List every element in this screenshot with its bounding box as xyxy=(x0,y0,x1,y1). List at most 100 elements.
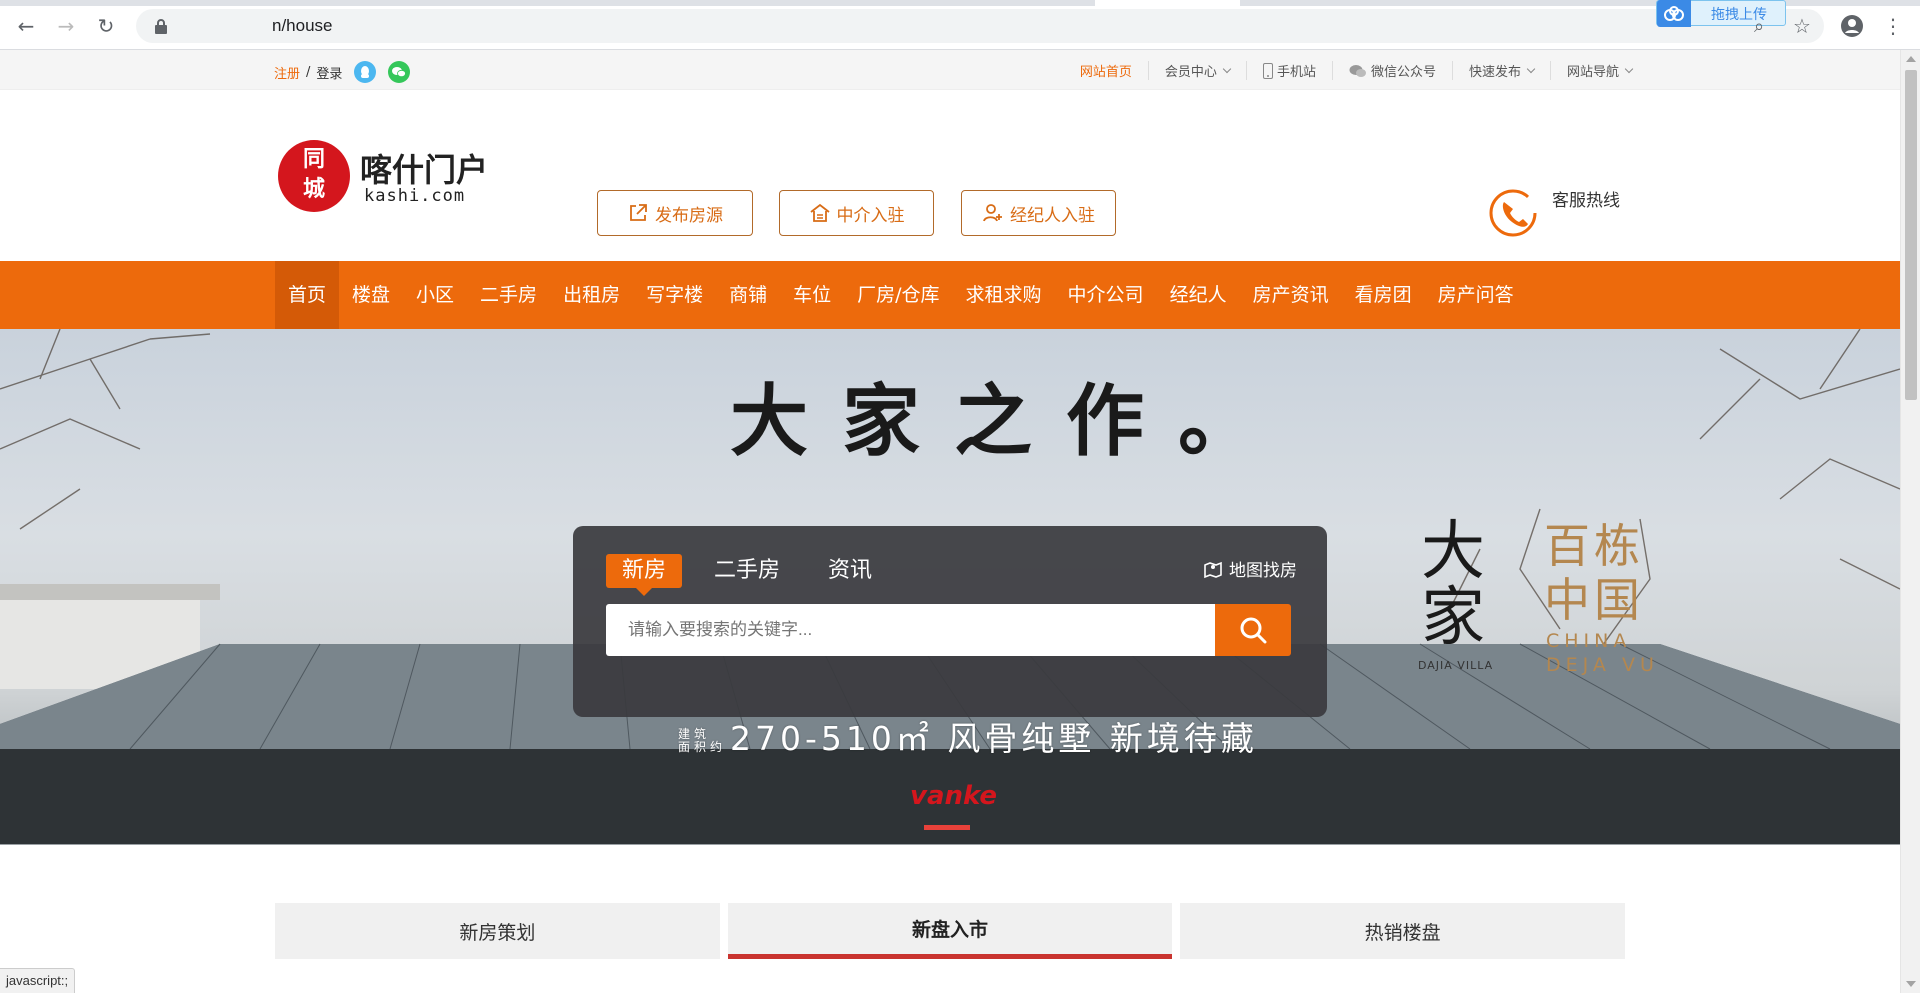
nav-item[interactable]: 房产资讯 xyxy=(1240,261,1342,329)
chevron-down-icon xyxy=(1624,64,1634,73)
page-scrollbar[interactable] xyxy=(1900,50,1920,993)
brand-baidong-sub-1: CHINA xyxy=(1546,630,1632,652)
register-link[interactable]: 注册 xyxy=(274,63,300,82)
mobile-site-label: 手机站 xyxy=(1276,65,1316,80)
banner-tagline: 建筑 面积约 270-510㎡ 风骨纯墅 新境待藏 xyxy=(678,712,1258,760)
star-icon[interactable]: ☆ xyxy=(1789,13,1815,39)
tab-hot-listings[interactable]: 热销楼盘 xyxy=(1180,903,1626,959)
wechat-account-label: 微信公众号 xyxy=(1370,65,1436,80)
agency-join-label: 中介入驻 xyxy=(836,205,905,226)
site-nav-link[interactable]: 网站导航 xyxy=(1549,61,1634,80)
wechat-login-icon[interactable] xyxy=(388,61,411,83)
profile-icon[interactable] xyxy=(1839,13,1865,39)
scroll-up-icon[interactable] xyxy=(1906,56,1916,62)
top-links: 网站首页 会员中心 手机站 微信公众号 快速发布 网站导航 xyxy=(1064,61,1634,80)
mobile-icon xyxy=(1262,62,1273,79)
nav-item[interactable]: 看房团 xyxy=(1342,261,1425,329)
publish-listing-label: 发布房源 xyxy=(655,205,723,226)
main-nav-items: 首页 楼盘 小区 二手房 出租房 写字楼 商铺 车位 厂房/仓库 求租求购 中介公司 经纪人 房产资讯看… xyxy=(275,261,1527,329)
map-icon xyxy=(1204,561,1222,578)
url-text[interactable]: n/house xyxy=(272,16,333,36)
site-name[interactable]: 喀什门户 xyxy=(360,145,488,191)
quick-publish-label: 快速发布 xyxy=(1468,65,1521,80)
nav-item[interactable]: 经纪人 xyxy=(1157,261,1240,329)
house-icon xyxy=(809,203,830,222)
site-nav-label: 网站导航 xyxy=(1566,65,1619,80)
site-domain: kashi.com xyxy=(364,186,466,206)
main-nav: 首页 楼盘 小区 二手房 出租房 写字楼 商铺 车位 厂房/仓库 求租求购 中介公司 经纪人 房产资讯看… xyxy=(0,261,1900,329)
browser-toolbar: ← → ↻ n/house 拖拽上传 ⌕ ☆ ⋮ xyxy=(0,0,1920,50)
wechat-icon xyxy=(1349,64,1366,77)
brand-baidong-sub-2: DEJA VU xyxy=(1546,654,1659,676)
search-button[interactable] xyxy=(1215,604,1291,656)
mobile-site-link[interactable]: 手机站 xyxy=(1245,61,1332,80)
agency-join-button[interactable]: 中介入驻 xyxy=(779,190,934,236)
nav-item[interactable]: 求租求购 xyxy=(953,261,1055,329)
phone-icon xyxy=(1489,189,1537,237)
browser-tabstrip xyxy=(0,0,1920,6)
external-edit-icon xyxy=(630,204,647,221)
nav-item[interactable]: 写字楼 xyxy=(633,261,716,329)
agent-join-label: 经纪人入驻 xyxy=(1010,205,1095,226)
banner-pagination-dot[interactable] xyxy=(924,825,970,830)
menu-kebab-icon[interactable]: ⋮ xyxy=(1880,13,1906,39)
site-header: 同 城 喀什门户 kashi.com 发布房源 中介入驻 经纪人入驻 客服热线 xyxy=(0,90,1900,261)
brand-dajia: 大家 xyxy=(1421,515,1485,655)
nav-item[interactable]: 出租房 xyxy=(550,261,633,329)
chevron-down-icon xyxy=(1222,64,1232,73)
hotline-label: 客服热线 xyxy=(1552,191,1620,211)
nav-item[interactable]: 首页 xyxy=(275,261,340,329)
search-icon xyxy=(1240,617,1267,644)
site-logo[interactable]: 同 城 xyxy=(278,140,350,212)
map-search-link[interactable]: 地图找房 xyxy=(1203,556,1297,581)
tagline-small-1: 建筑 xyxy=(678,726,711,741)
tagline-small-2: 面积约 xyxy=(678,739,727,754)
logo-char-top: 同 xyxy=(302,146,325,172)
wechat-account-link[interactable]: 微信公众号 xyxy=(1331,61,1452,80)
search-tab-second-hand[interactable]: 二手房 xyxy=(698,554,796,588)
nav-item[interactable]: 楼盘 xyxy=(339,261,403,329)
agent-join-button[interactable]: 经纪人入驻 xyxy=(961,190,1116,236)
search-tabs: 新房 二手房 资讯 xyxy=(606,554,888,596)
nav-item[interactable]: 小区 xyxy=(403,261,467,329)
brand-dajia-sub: DAJIA VILLA xyxy=(1418,659,1494,672)
listing-tabs: 新房策划 新盘入市 热销楼盘 xyxy=(275,903,1626,959)
active-tab[interactable] xyxy=(1095,0,1240,6)
nav-item[interactable]: 中介公司 xyxy=(1055,261,1157,329)
lock-icon xyxy=(155,19,167,34)
tagline-text: 270-510㎡ 风骨纯墅 新境待藏 xyxy=(730,719,1258,758)
search-tab-new-house[interactable]: 新房 xyxy=(606,554,683,596)
home-link[interactable]: 网站首页 xyxy=(1064,61,1148,80)
address-bar[interactable]: n/house xyxy=(136,9,1824,43)
qq-icon[interactable] xyxy=(354,61,377,83)
tab-new-house-planning[interactable]: 新房策划 xyxy=(275,903,720,959)
search-input[interactable] xyxy=(606,604,1215,656)
brand-baidong-sub: CHINA DEJA VU xyxy=(1546,629,1659,677)
nav-item[interactable]: 商铺 xyxy=(716,261,780,329)
quick-publish-link[interactable]: 快速发布 xyxy=(1451,61,1550,80)
scroll-down-icon[interactable] xyxy=(1906,981,1916,987)
back-icon[interactable]: ← xyxy=(12,12,40,40)
reload-icon[interactable]: ↻ xyxy=(92,12,120,40)
login-link[interactable]: 登录 xyxy=(316,63,342,82)
search-icon[interactable]: ⌕ xyxy=(1746,13,1772,39)
chevron-down-icon xyxy=(1526,64,1536,73)
nav-item[interactable]: 二手房 xyxy=(467,261,550,329)
scrollbar-thumb[interactable] xyxy=(1905,70,1917,400)
nav-item[interactable]: 房产问答 xyxy=(1425,261,1527,329)
forward-icon[interactable]: → xyxy=(52,12,80,40)
member-center-link[interactable]: 会员中心 xyxy=(1147,61,1246,80)
tab-new-listings[interactable]: 新盘入市 xyxy=(727,903,1173,959)
search-panel: 新房 二手房 资讯 地图找房 xyxy=(573,526,1327,717)
tagline-small-label: 建筑 面积约 xyxy=(678,726,727,754)
account-links: 注册 / 登录 xyxy=(274,61,411,83)
nav-item[interactable]: 厂房/仓库 xyxy=(844,261,952,329)
search-tab-news[interactable]: 资讯 xyxy=(812,554,888,588)
account-separator: / xyxy=(306,64,311,80)
utility-bar: 注册 / 登录 网站首页 会员中心 手机站 微信公众号 快速发布 网站导航 xyxy=(0,50,1900,90)
browser-status-bar: javascript:; xyxy=(0,968,76,993)
member-center-label: 会员中心 xyxy=(1164,65,1217,80)
nav-item[interactable]: 车位 xyxy=(780,261,844,329)
home-link-label: 网站首页 xyxy=(1079,65,1132,80)
publish-listing-button[interactable]: 发布房源 xyxy=(597,190,753,236)
